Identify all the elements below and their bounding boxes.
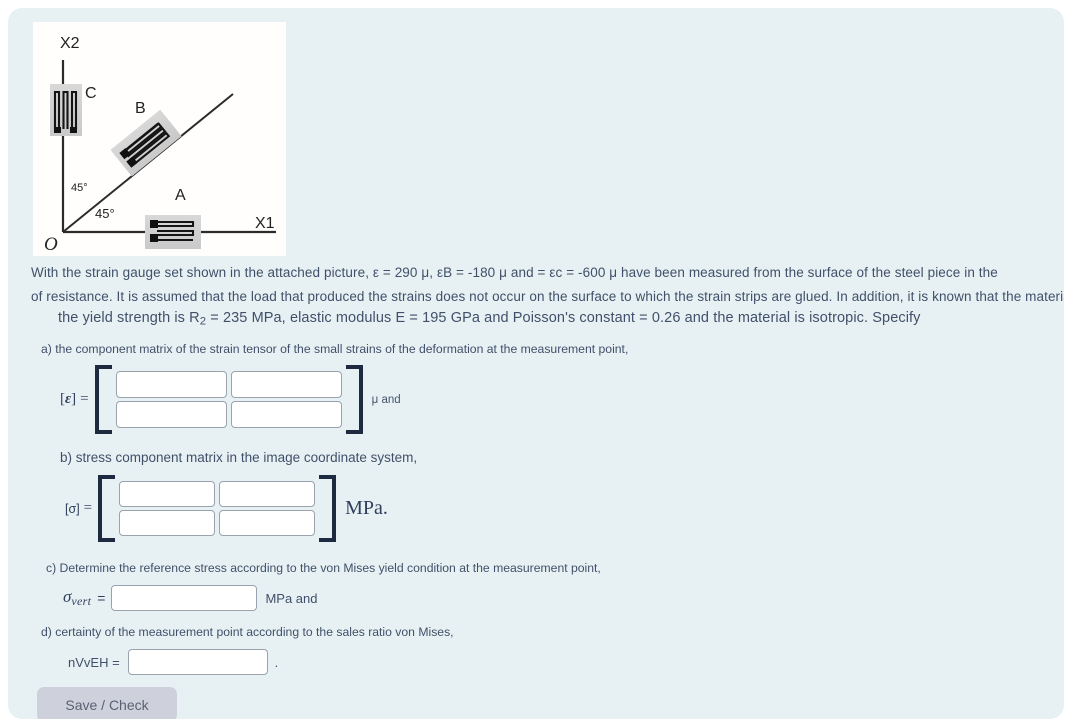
stress-matrix-right-bracket (319, 475, 337, 542)
strain-cell-21[interactable] (115, 401, 227, 428)
question-a-text: a) the component matrix of the strain te… (41, 342, 629, 356)
problem-statement-line-3-pre: the yield strength is R (58, 310, 200, 326)
strain-matrix-group: [ε] = μ and (60, 365, 401, 434)
safety-ratio-label: nVvEH = (68, 654, 120, 670)
strain-cell-22[interactable] (230, 401, 342, 428)
strain-matrix-left-bracket (94, 365, 112, 434)
problem-statement-line-1: With the strain gauge set shown in the a… (31, 265, 998, 280)
strain-matrix-cells (112, 365, 346, 434)
stress-matrix-label: [σ] (65, 501, 80, 516)
gauge-b-glyph (110, 109, 182, 177)
question-b-text: b) stress component matrix in the image … (60, 450, 418, 465)
safety-ratio-input[interactable] (127, 649, 268, 675)
strain-cell-12[interactable] (230, 371, 342, 398)
stress-matrix-equals: = (83, 500, 93, 516)
stress-matrix-left-bracket (98, 475, 116, 542)
stress-cell-11[interactable] (119, 481, 216, 507)
von-mises-stress-input[interactable] (111, 585, 258, 611)
question-d-text: d) certainty of the measurement point ac… (41, 625, 454, 639)
safety-ratio-answer-group: nVvEH = . (68, 649, 278, 675)
stress-matrix-group: [σ] = MPa. (65, 475, 388, 542)
von-mises-stress-answer-group: σvert = MPa and (63, 585, 317, 611)
strain-gauge-diagram-svg: X2 X1 O C B A 45° 45° (44, 35, 276, 255)
strain-cell-11[interactable] (115, 371, 227, 398)
angle-label-lower: 45° (95, 206, 115, 221)
strain-matrix-label: [ε] (60, 391, 77, 407)
save-check-button[interactable]: Save / Check (37, 687, 177, 719)
strain-matrix-right-bracket (345, 365, 363, 434)
strain-gauge-figure: X2 X1 O C B A 45° 45° (33, 22, 286, 256)
gauge-b-label: B (135, 100, 146, 117)
problem-statement-line-2: of resistance. It is assumed that the lo… (31, 289, 1064, 304)
stress-matrix-cells (115, 475, 319, 542)
von-mises-equals: = (97, 590, 106, 606)
axis-label-x1: X1 (255, 215, 275, 232)
gauge-a-glyph (145, 215, 201, 249)
exercise-page: X2 X1 O C B A 45° 45° With the strain ga… (8, 8, 1064, 719)
axis-label-x2: X2 (60, 35, 80, 52)
strain-matrix-equals: = (80, 391, 89, 407)
problem-statement-line-3: the yield strength is R2 = 235 MPa, elas… (58, 311, 921, 328)
origin-label: O (44, 234, 58, 255)
stress-cell-12[interactable] (219, 481, 316, 507)
gauge-c-glyph (50, 84, 82, 136)
sigma-vert-label: σvert (63, 587, 92, 608)
stress-cell-22[interactable] (219, 510, 316, 536)
gauge-a-label: A (175, 187, 186, 204)
strain-matrix-unit: μ and (371, 393, 401, 406)
gauge-c-label: C (85, 85, 97, 102)
problem-statement-line-3-post: = 235 MPa, elastic modulus E = 195 GPa a… (206, 310, 921, 326)
stress-cell-21[interactable] (119, 510, 216, 536)
question-c-text: c) Determine the reference stress accord… (46, 561, 601, 575)
angle-label-upper: 45° (71, 182, 88, 194)
von-mises-stress-unit: MPa and (265, 590, 318, 606)
stress-matrix-unit: MPa. (345, 497, 388, 519)
safety-ratio-trailing-period: . (274, 654, 279, 670)
